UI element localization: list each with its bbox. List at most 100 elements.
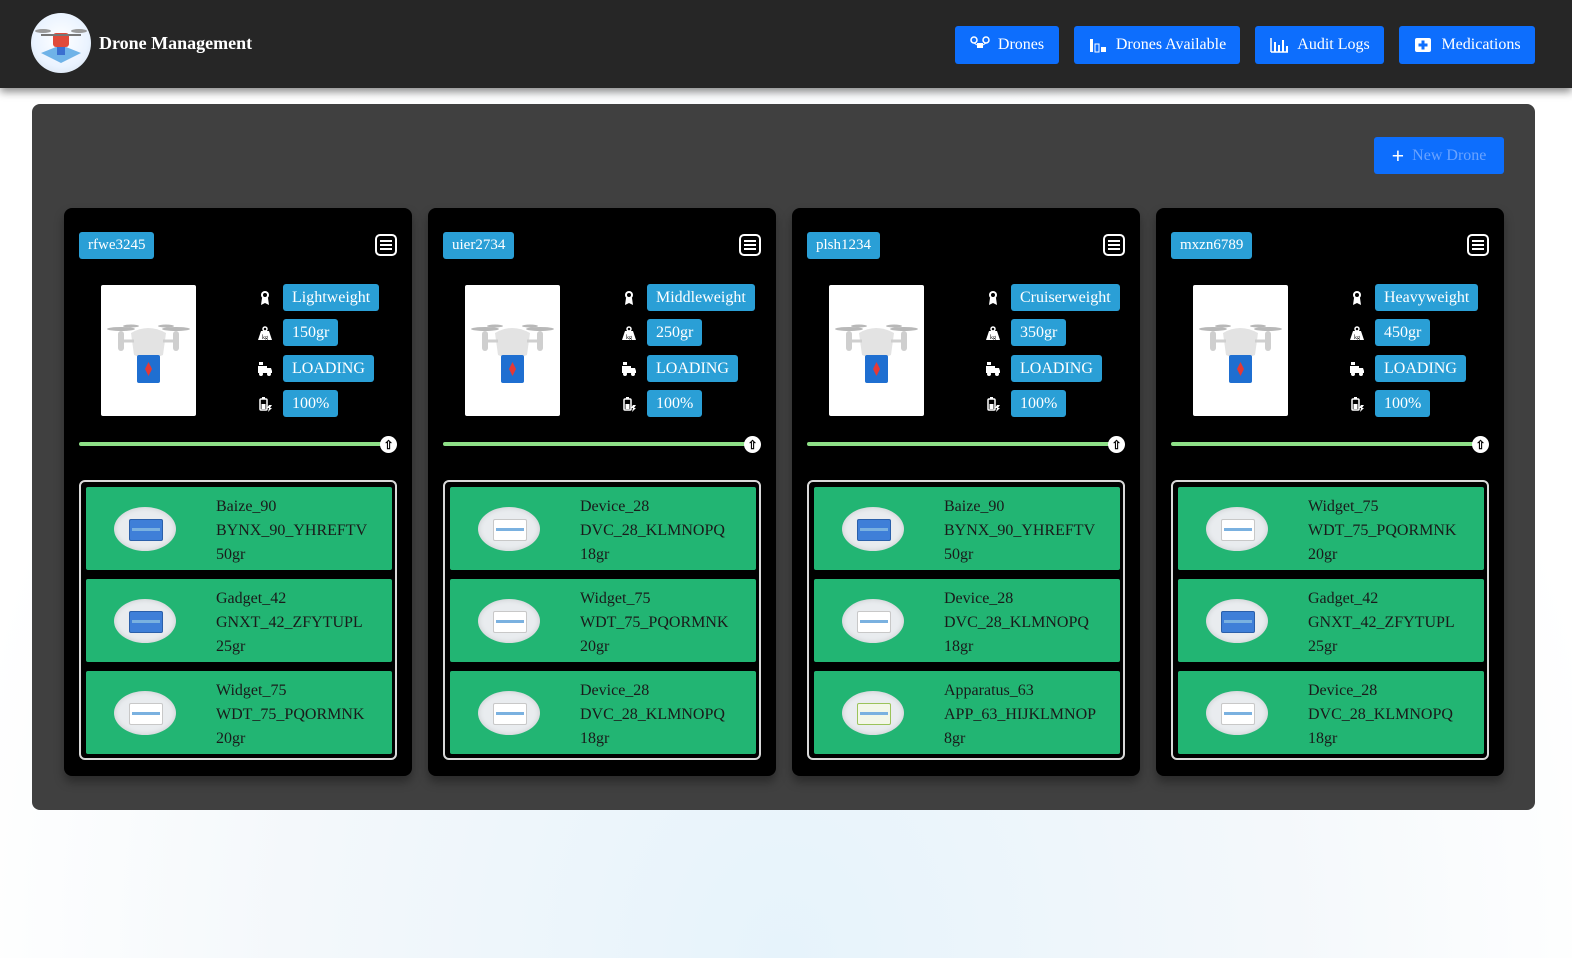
loading-truck-icon <box>1350 361 1364 376</box>
nav-drones-label: Drones <box>997 36 1045 53</box>
svg-text:kg: kg <box>626 335 632 341</box>
medication-item[interactable]: Device_28 DVC_28_KLMNOPQ 18gr <box>1178 671 1484 754</box>
medication-code: DVC_28_KLMNOPQ <box>1308 706 1453 723</box>
drone-logo[interactable] <box>31 13 91 73</box>
drone-picture-icon <box>1199 324 1282 383</box>
white-box-image <box>478 599 540 643</box>
drone-battery-row: 100% <box>985 390 1067 417</box>
medication-weight: 8gr <box>944 730 966 747</box>
drone-image <box>829 285 924 416</box>
medication-weight: 50gr <box>216 546 246 563</box>
battery-icon <box>1351 396 1364 412</box>
drone-menu-icon[interactable] <box>375 234 397 256</box>
medication-item[interactable]: Gadget_42 GNXT_42_ZFYTUPL 25gr <box>86 579 392 662</box>
medication-item[interactable]: Device_28 DVC_28_KLMNOPQ 18gr <box>814 579 1120 662</box>
medication-text: Device_28 DVC_28_KLMNOPQ 18gr <box>580 495 725 567</box>
svg-text:kg: kg <box>990 335 996 341</box>
medication-name: Device_28 <box>580 498 650 515</box>
drone-menu-icon[interactable] <box>1467 234 1489 256</box>
medication-text: Widget_75 WDT_75_PQORMNK 20gr <box>580 587 728 659</box>
drone-model-badge: Heavyweight <box>1375 284 1479 311</box>
arrow-up-circle-icon[interactable]: ⇧ <box>744 436 761 453</box>
drone-menu-icon[interactable] <box>1103 234 1125 256</box>
medication-item[interactable]: Baize_90 BYNX_90_YHREFTV 50gr <box>814 487 1120 570</box>
medication-text: Apparatus_63 APP_63_HIJKLMNOP 8gr <box>944 679 1096 751</box>
award-icon <box>989 290 997 305</box>
medication-item[interactable]: Gadget_42 GNXT_42_ZFYTUPL 25gr <box>1178 579 1484 662</box>
medication-list: Widget_75 WDT_75_PQORMNK 20gr Gadget_42 … <box>1171 480 1489 760</box>
drone-weight-row: kg 450gr <box>1349 319 1431 346</box>
drone-battery-row: 100% <box>1349 390 1431 417</box>
medication-code: DVC_28_KLMNOPQ <box>580 522 725 539</box>
medication-item[interactable]: Widget_75 WDT_75_PQORMNK 20gr <box>86 671 392 754</box>
arrow-up-circle-icon[interactable]: ⇧ <box>380 436 397 453</box>
medication-text: Device_28 DVC_28_KLMNOPQ 18gr <box>944 587 1089 659</box>
drone-menu-icon[interactable] <box>739 234 761 256</box>
medication-item[interactable]: Widget_75 WDT_75_PQORMNK 20gr <box>450 579 756 662</box>
drone-serial-badge: rfwe3245 <box>79 232 155 259</box>
medication-list: Device_28 DVC_28_KLMNOPQ 18gr Widget_75 … <box>443 480 761 760</box>
medication-text: Gadget_42 GNXT_42_ZFYTUPL 25gr <box>216 587 363 659</box>
medication-item[interactable]: Baize_90 BYNX_90_YHREFTV 50gr <box>86 487 392 570</box>
medication-code: BYNX_90_YHREFTV <box>216 522 368 539</box>
weight-icon: kg <box>986 325 1000 341</box>
medication-item[interactable]: Widget_75 WDT_75_PQORMNK 20gr <box>1178 487 1484 570</box>
drone-image <box>1193 285 1288 416</box>
battery-progress-bar <box>807 442 1112 446</box>
new-drone-button[interactable]: + New Drone <box>1374 137 1504 174</box>
white-box-image <box>842 599 904 643</box>
medication-item[interactable]: Device_28 DVC_28_KLMNOPQ 18gr <box>450 487 756 570</box>
weight-icon: kg <box>622 325 636 341</box>
drone-card-mxzn6789: mxzn6789 Heavyweight kg 450gr LOADING 10… <box>1156 208 1504 776</box>
medication-item[interactable]: Apparatus_63 APP_63_HIJKLMNOP 8gr <box>814 671 1120 754</box>
drone-model-badge: Cruiserweight <box>1011 284 1120 311</box>
drone-state-row: LOADING <box>1349 355 1466 382</box>
drone-weight-badge: 450gr <box>1375 319 1431 346</box>
medication-code: GNXT_42_ZFYTUPL <box>1308 614 1455 631</box>
drone-card-plsh1234: plsh1234 Cruiserweight kg 350gr LOADING <box>792 208 1140 776</box>
medication-text: Widget_75 WDT_75_PQORMNK 20gr <box>1308 495 1456 567</box>
drone-state-badge: LOADING <box>283 355 374 382</box>
medication-weight: 20gr <box>216 730 246 747</box>
weight-icon: kg <box>1350 325 1364 341</box>
nav-audit-logs-button[interactable]: Audit Logs <box>1255 26 1384 64</box>
blue-boxes-image <box>842 507 904 551</box>
medication-code: DVC_28_KLMNOPQ <box>580 706 725 723</box>
blue-box-image <box>114 599 176 643</box>
medication-weight: 50gr <box>944 546 974 563</box>
drone-model-row: Lightweight <box>257 284 380 311</box>
medication-name: Device_28 <box>580 682 650 699</box>
brand-title: Drone Management <box>99 33 253 53</box>
medical-kit-icon <box>1415 38 1432 52</box>
medication-text: Device_28 DVC_28_KLMNOPQ 18gr <box>1308 679 1453 751</box>
drone-card-uier2734: uier2734 Middleweight kg 250gr LOADING 1… <box>428 208 776 776</box>
nav-medications-button[interactable]: Medications <box>1399 26 1535 64</box>
battery-progress-bar <box>79 442 384 446</box>
medication-item[interactable]: Device_28 DVC_28_KLMNOPQ 18gr <box>450 671 756 754</box>
drone-battery-badge: 100% <box>1375 390 1431 417</box>
white-box-image <box>1206 507 1268 551</box>
drone-model-row: Cruiserweight <box>985 284 1120 311</box>
arrow-up-circle-icon[interactable]: ⇧ <box>1472 436 1489 453</box>
medication-name: Gadget_42 <box>216 590 287 607</box>
nav-drones-available-button[interactable]: Drones Available <box>1074 26 1240 64</box>
new-drone-label: New Drone <box>1412 146 1487 164</box>
medication-code: BYNX_90_YHREFTV <box>944 522 1096 539</box>
drone-state-badge: LOADING <box>1011 355 1102 382</box>
drone-logo-icon <box>35 29 87 63</box>
blue-box-image <box>1206 599 1268 643</box>
drone-image <box>101 285 196 416</box>
white-box-image <box>478 507 540 551</box>
arrow-up-circle-icon[interactable]: ⇧ <box>1108 436 1125 453</box>
drone-state-row: LOADING <box>621 355 738 382</box>
medication-code: WDT_75_PQORMNK <box>580 614 729 631</box>
medication-name: Device_28 <box>944 590 1014 607</box>
drone-weight-badge: 250gr <box>647 319 703 346</box>
medication-name: Baize_90 <box>944 498 1005 515</box>
medication-list: Baize_90 BYNX_90_YHREFTV 50gr Gadget_42 … <box>79 480 397 760</box>
medication-code: DVC_28_KLMNOPQ <box>944 614 1089 631</box>
nav-drones-button[interactable]: Drones <box>955 26 1059 64</box>
medication-name: Gadget_42 <box>1308 590 1379 607</box>
battery-icon <box>987 396 1000 412</box>
drone-battery-row: 100% <box>621 390 703 417</box>
